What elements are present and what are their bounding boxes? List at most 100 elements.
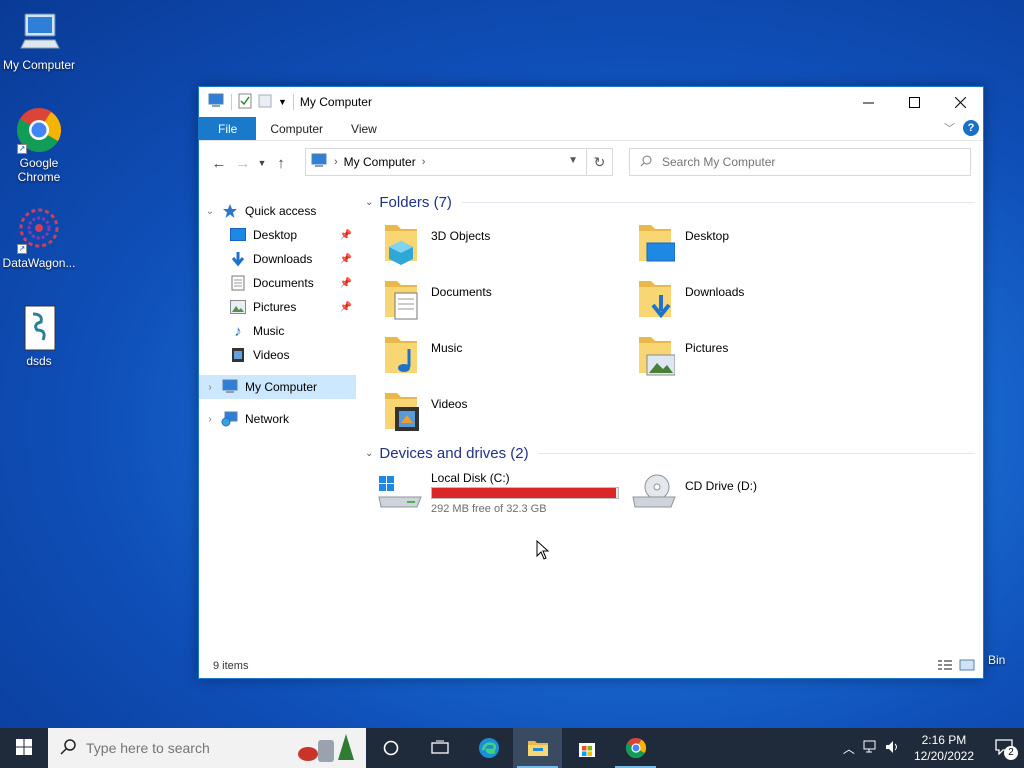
cd-drive-icon — [631, 473, 677, 513]
folders-group-header[interactable]: ⌄ Folders (7) — [365, 191, 975, 213]
forward-button[interactable]: → — [231, 155, 255, 172]
chevron-right-icon[interactable]: › — [199, 414, 221, 425]
computer-icon — [15, 8, 63, 56]
search-highlight-icon — [294, 732, 358, 767]
clock[interactable]: 2:16 PM 12/20/2022 — [904, 732, 984, 764]
nav-label: Downloads — [253, 252, 313, 266]
nav-label: Music — [253, 324, 285, 338]
nav-item-network[interactable]: › Network — [199, 407, 356, 431]
desktop-icon-google-chrome[interactable]: ↗ Google Chrome — [0, 106, 78, 184]
mouse-cursor-icon — [536, 539, 550, 563]
music-icon: ♪ — [234, 322, 242, 340]
clock-time: 2:16 PM — [921, 733, 967, 747]
task-view-button[interactable] — [415, 728, 464, 768]
up-button[interactable]: ↑ — [269, 155, 293, 172]
details-view-icon[interactable] — [937, 659, 953, 674]
chevron-down-icon[interactable]: ⌄ — [365, 448, 373, 459]
nav-item-downloads[interactable]: Downloads 📌 — [199, 247, 356, 271]
item-count: 9 items — [213, 660, 249, 672]
desktop-folder-icon — [635, 221, 676, 265]
pin-icon[interactable]: 📌 — [340, 302, 352, 313]
taskbar-search-input[interactable] — [86, 740, 286, 756]
help-icon[interactable]: ? — [963, 120, 979, 136]
start-button[interactable] — [0, 728, 48, 768]
nav-item-documents[interactable]: Documents 📌 — [199, 271, 356, 295]
folder-name: Videos — [431, 397, 468, 411]
chrome-icon: ↗ — [15, 106, 63, 154]
drive-cd-d[interactable]: CD Drive (D:) — [615, 467, 865, 519]
pin-icon[interactable]: 📌 — [340, 230, 352, 241]
desktop-icon-datawagon[interactable]: ↗ DataWagon... — [0, 206, 78, 270]
star-icon — [221, 203, 239, 219]
windows-logo-icon — [16, 738, 32, 758]
chrome-taskbar-button[interactable] — [611, 728, 660, 768]
group-divider — [538, 452, 975, 454]
folder-downloads[interactable]: Downloads — [615, 277, 865, 329]
search-input[interactable] — [662, 155, 942, 169]
recent-locations-icon[interactable]: ▼ — [255, 158, 269, 168]
pin-icon[interactable]: 📌 — [340, 278, 352, 289]
refresh-button[interactable]: ↻ — [587, 148, 613, 176]
customize-dropdown-icon[interactable]: ▼ — [278, 97, 287, 107]
pin-icon[interactable]: 📌 — [340, 254, 352, 265]
disk-usage-bar — [431, 487, 619, 499]
file-explorer-taskbar-button[interactable] — [513, 728, 562, 768]
nav-label: Videos — [253, 348, 290, 362]
search-box[interactable] — [629, 148, 971, 176]
expand-ribbon-icon[interactable]: ﹀ — [944, 120, 955, 136]
nav-label: Quick access — [245, 204, 317, 218]
maximize-button[interactable] — [891, 87, 937, 117]
folder-desktop[interactable]: Desktop — [615, 221, 865, 273]
search-icon — [60, 738, 76, 758]
chevron-right-icon[interactable]: › — [199, 382, 221, 393]
network-icon — [221, 411, 239, 427]
minimize-button[interactable] — [845, 87, 891, 117]
large-icons-view-icon[interactable] — [959, 659, 975, 674]
folder-name: Music — [431, 341, 463, 355]
tab-view[interactable]: View — [337, 117, 391, 140]
back-button[interactable]: ← — [207, 155, 231, 172]
chevron-up-icon[interactable]: ︿ — [838, 740, 860, 757]
notification-center-button[interactable]: 2 — [984, 728, 1024, 768]
nav-item-pictures[interactable]: Pictures 📌 — [199, 295, 356, 319]
nav-item-my-computer[interactable]: › My Computer — [199, 375, 356, 399]
address-bar[interactable]: › My Computer › ▼ — [305, 148, 587, 176]
chevron-down-icon[interactable]: ⌄ — [365, 197, 373, 208]
address-path[interactable]: My Computer — [344, 155, 416, 169]
drives-group-header[interactable]: ⌄ Devices and drives (2) — [365, 442, 975, 464]
desktop-icon-dsds[interactable]: dsds — [0, 304, 78, 368]
tab-computer[interactable]: Computer — [256, 117, 337, 140]
properties-icon[interactable] — [238, 93, 252, 112]
edge-taskbar-button[interactable] — [464, 728, 513, 768]
folder-documents[interactable]: Documents — [361, 277, 611, 329]
volume-icon[interactable] — [882, 740, 904, 757]
cortana-button[interactable] — [366, 728, 415, 768]
nav-quick-access[interactable]: ⌄ Quick access — [199, 199, 356, 223]
chevron-down-icon[interactable]: ⌄ — [199, 206, 221, 217]
drive-local-disk-c[interactable]: Local Disk (C:) 292 MB free of 32.3 GB — [361, 467, 641, 519]
nav-item-videos[interactable]: Videos — [199, 343, 356, 367]
close-button[interactable] — [937, 87, 983, 117]
window-title: My Computer — [299, 95, 372, 109]
explorer-window: ▼ My Computer File Computer View ﹀ ? ← →… — [198, 86, 984, 679]
nav-item-desktop[interactable]: Desktop 📌 — [199, 223, 356, 247]
chevron-right-icon[interactable]: › — [422, 156, 426, 168]
chevron-down-icon[interactable]: ▼ — [568, 155, 578, 166]
store-taskbar-button[interactable] — [562, 728, 611, 768]
folder-3d-objects[interactable]: 3D Objects — [361, 221, 611, 273]
folder-videos[interactable]: Videos — [361, 389, 611, 441]
chevron-right-icon[interactable]: › — [334, 156, 338, 168]
folder-pictures[interactable]: Pictures — [615, 333, 865, 385]
tab-file[interactable]: File — [199, 117, 257, 140]
nav-label: Pictures — [253, 300, 297, 314]
nav-item-music[interactable]: ♪ Music — [199, 319, 356, 343]
folder-music[interactable]: Music — [361, 333, 611, 385]
network-tray-icon[interactable] — [860, 740, 882, 757]
new-folder-icon[interactable] — [258, 93, 272, 112]
desktop-icon-my-computer[interactable]: My Computer — [0, 8, 78, 72]
music-folder-icon — [381, 333, 421, 377]
title-bar[interactable]: ▼ My Computer — [199, 87, 983, 117]
desktop-icon — [229, 227, 247, 243]
taskbar-search[interactable] — [48, 728, 366, 768]
ribbon: File Computer View ﹀ ? — [199, 117, 983, 141]
